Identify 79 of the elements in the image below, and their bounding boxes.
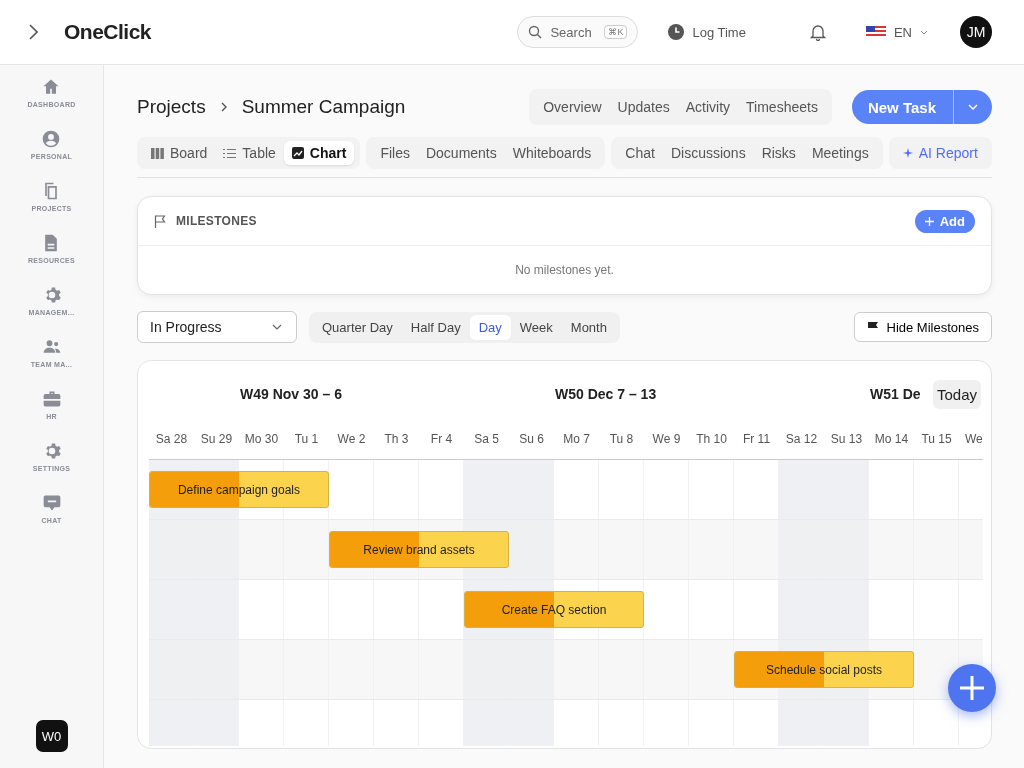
- day-label: Sa 5: [473, 431, 500, 448]
- scale-tab[interactable]: Month: [561, 314, 616, 340]
- shortcut-hint: ⌘K: [604, 25, 628, 39]
- scale-tab[interactable]: Quarter Day: [313, 314, 402, 340]
- day-label: We 2: [336, 431, 367, 448]
- day-label: Su 29: [199, 431, 234, 448]
- day-label: Sa 28: [154, 431, 189, 448]
- day-label: Sa 12: [784, 431, 819, 448]
- hide-milestones-button[interactable]: Hide Milestones: [853, 312, 992, 342]
- view-tab[interactable]: Chart: [283, 141, 355, 165]
- day-label: Mo 30: [243, 431, 280, 448]
- view-tab[interactable]: Meetings: [803, 141, 877, 165]
- chart-icon: [291, 147, 304, 159]
- columns-icon: [151, 147, 164, 159]
- search-bar[interactable]: Search ⌘K: [517, 16, 639, 48]
- status-dropdown[interactable]: In Progress: [137, 311, 297, 343]
- task-bar[interactable]: Create FAQ section: [464, 591, 644, 628]
- bell-icon[interactable]: [809, 23, 826, 41]
- view-tab[interactable]: Table: [215, 141, 284, 165]
- page-title: Summer Campaign: [241, 96, 406, 118]
- nav-tab[interactable]: Updates: [609, 91, 678, 123]
- caret-icon: [968, 104, 978, 110]
- scale-tab[interactable]: Half Day: [401, 314, 470, 340]
- view-tab[interactable]: Documents: [417, 141, 505, 165]
- language-selector[interactable]: EN: [865, 24, 928, 40]
- chevron-icon[interactable]: [28, 24, 38, 40]
- week-label: W51 De: [870, 386, 921, 402]
- plus-icon: [924, 216, 934, 226]
- plus-icon: [958, 674, 986, 702]
- person-icon: [41, 129, 62, 149]
- view-tab[interactable]: Risks: [753, 141, 804, 165]
- view-tab[interactable]: Whiteboards: [504, 141, 600, 165]
- user-avatar[interactable]: JM: [960, 16, 992, 48]
- scale-tab[interactable]: Week: [510, 314, 562, 340]
- workspace-badge[interactable]: W0: [35, 720, 68, 752]
- view-tab[interactable]: Files: [372, 141, 418, 165]
- chevron-icon: [219, 101, 228, 113]
- today-button[interactable]: Today: [932, 380, 981, 409]
- clock-icon: [668, 24, 685, 40]
- day-label: Su 6: [518, 431, 545, 448]
- chat-icon: [41, 493, 62, 513]
- flag-icon: [154, 214, 166, 228]
- task-bar[interactable]: Review brand assets: [329, 531, 509, 568]
- day-label: Tu 1: [293, 431, 320, 448]
- view-tab[interactable]: Discussions: [662, 141, 754, 165]
- nav-tab[interactable]: Activity: [677, 91, 739, 123]
- scale-tab[interactable]: Day: [469, 314, 511, 340]
- day-label: Fr 4: [429, 431, 454, 448]
- caret-icon: [272, 324, 282, 330]
- day-label: Th 10: [695, 431, 728, 448]
- day-label: Fr 11: [741, 431, 772, 448]
- flag-icon: [865, 26, 886, 38]
- day-label: Tu 15: [920, 431, 953, 448]
- nav-tab[interactable]: Overview: [535, 91, 610, 123]
- task-bar[interactable]: Schedule social posts: [734, 651, 914, 688]
- briefcase-icon: [41, 389, 62, 409]
- week-label: W49 Nov 30 – 6: [240, 386, 342, 402]
- day-label: Su 13: [829, 431, 864, 448]
- brand-logo: OneClick: [64, 20, 152, 44]
- task-bar[interactable]: Define campaign goals: [149, 471, 329, 508]
- search-input[interactable]: Search: [550, 24, 597, 40]
- log-time-button[interactable]: Log Time: [668, 24, 746, 40]
- search-icon: [528, 25, 543, 39]
- caret-icon: [920, 29, 928, 35]
- section-title: MILESTONES: [176, 214, 257, 228]
- view-tab[interactable]: Chat: [617, 141, 663, 165]
- day-label: We: [964, 431, 983, 448]
- list-icon: [223, 147, 237, 159]
- week-label: W50 Dec 7 – 13: [555, 386, 657, 402]
- day-label: Tu 8: [608, 431, 635, 448]
- view-tab[interactable]: Board: [143, 141, 216, 165]
- breadcrumb-link[interactable]: Projects: [137, 96, 206, 118]
- nav-tab[interactable]: Timesheets: [738, 91, 826, 123]
- sparkle-icon: [902, 148, 913, 158]
- day-label: Mo 7: [562, 431, 591, 448]
- day-label: Mo 14: [873, 431, 910, 448]
- day-label: Th 3: [383, 431, 410, 448]
- empty-message: No milestones yet.: [514, 262, 615, 279]
- day-label: We 9: [651, 431, 682, 448]
